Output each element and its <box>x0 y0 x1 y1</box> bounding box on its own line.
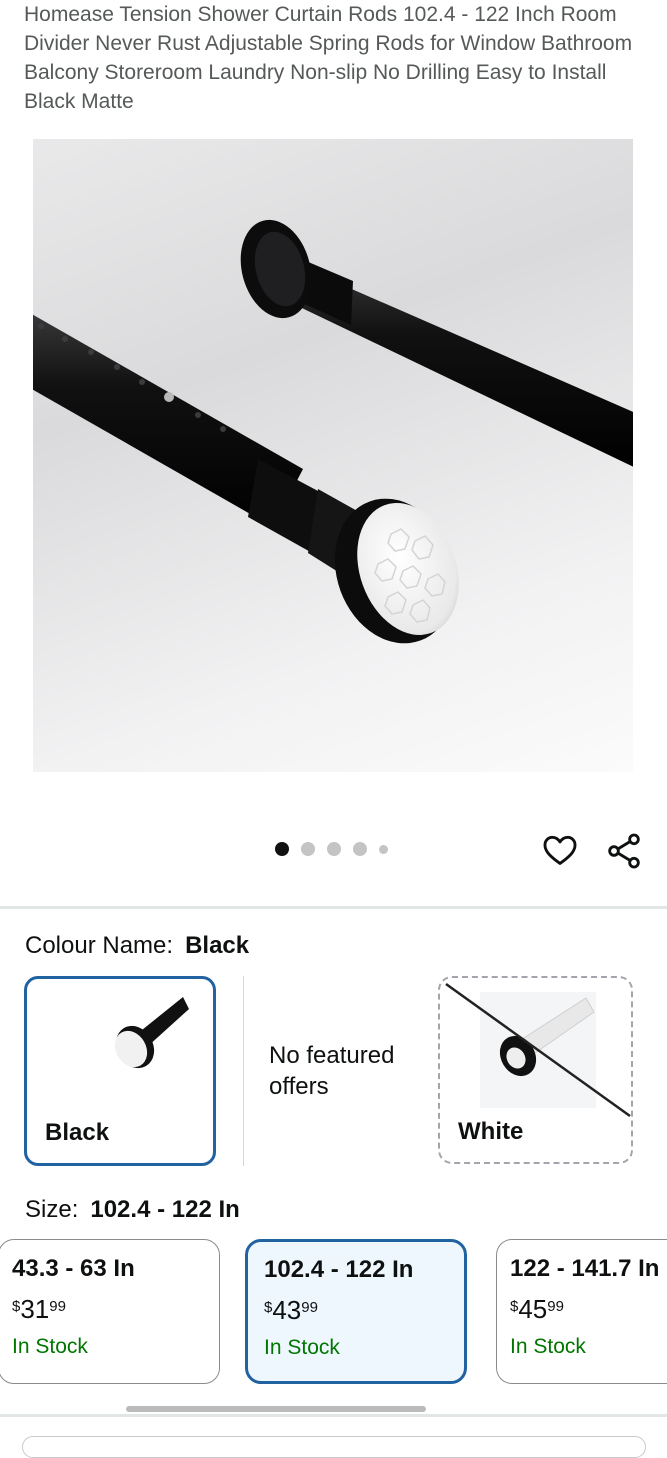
size-option-43-63[interactable]: 43.3 - 63 In $3199 In Stock <box>0 1239 220 1384</box>
carousel-dot[interactable] <box>353 842 367 856</box>
size-option-102-122[interactable]: 102.4 - 122 In $4399 In Stock <box>245 1239 467 1384</box>
size-option-122-141[interactable]: 122 - 141.7 In $4599 In Stock <box>496 1239 667 1384</box>
size-option-stock: In Stock <box>12 1335 88 1358</box>
size-option-price: $4599 <box>510 1294 564 1324</box>
carousel-dot[interactable] <box>301 842 315 856</box>
size-option-price: $4399 <box>264 1295 318 1325</box>
image-carousel-dots <box>275 842 388 856</box>
product-title: Homease Tension Shower Curtain Rods 102.… <box>24 3 633 113</box>
add-to-wishlist-button[interactable] <box>541 831 579 869</box>
section-divider <box>0 906 667 909</box>
product-image[interactable] <box>33 139 633 772</box>
share-icon <box>608 833 640 869</box>
size-option-price: $3199 <box>12 1294 66 1324</box>
colour-swatch-white[interactable]: White <box>438 976 633 1164</box>
swatch-label-white: White <box>458 1118 524 1145</box>
share-button[interactable] <box>604 831 644 871</box>
size-option-name: 102.4 - 122 In <box>264 1256 414 1283</box>
carousel-dot-active[interactable] <box>275 842 289 856</box>
colour-selected-value: Black <box>185 932 250 959</box>
section-divider <box>0 1414 667 1417</box>
size-label: Size: <box>25 1196 79 1223</box>
next-section-card <box>22 1436 646 1458</box>
heart-icon <box>543 835 577 865</box>
size-option-name: 43.3 - 63 In <box>12 1255 135 1282</box>
size-option-stock: In Stock <box>510 1335 586 1358</box>
size-option-stock: In Stock <box>264 1336 340 1359</box>
size-option-name: 122 - 141.7 In <box>510 1255 660 1282</box>
swatch-separator <box>243 976 244 1166</box>
black-rod-thumbnail <box>114 997 189 1069</box>
swatch-label-black: Black <box>45 1119 110 1146</box>
carousel-dot[interactable] <box>379 844 388 854</box>
tension-rod-image <box>33 219 633 644</box>
colour-label: Colour Name: <box>25 932 174 959</box>
no-featured-offers-text: No featured offers <box>269 1042 395 1100</box>
size-selected-value: 102.4 - 122 In <box>90 1196 240 1223</box>
colour-label-row: Colour Name: Black <box>25 932 249 960</box>
size-label-row: Size: 102.4 - 122 In <box>25 1196 240 1224</box>
colour-swatch-black[interactable]: Black <box>24 976 216 1166</box>
size-options-scrollbar[interactable] <box>126 1406 426 1412</box>
carousel-dot[interactable] <box>327 842 341 856</box>
